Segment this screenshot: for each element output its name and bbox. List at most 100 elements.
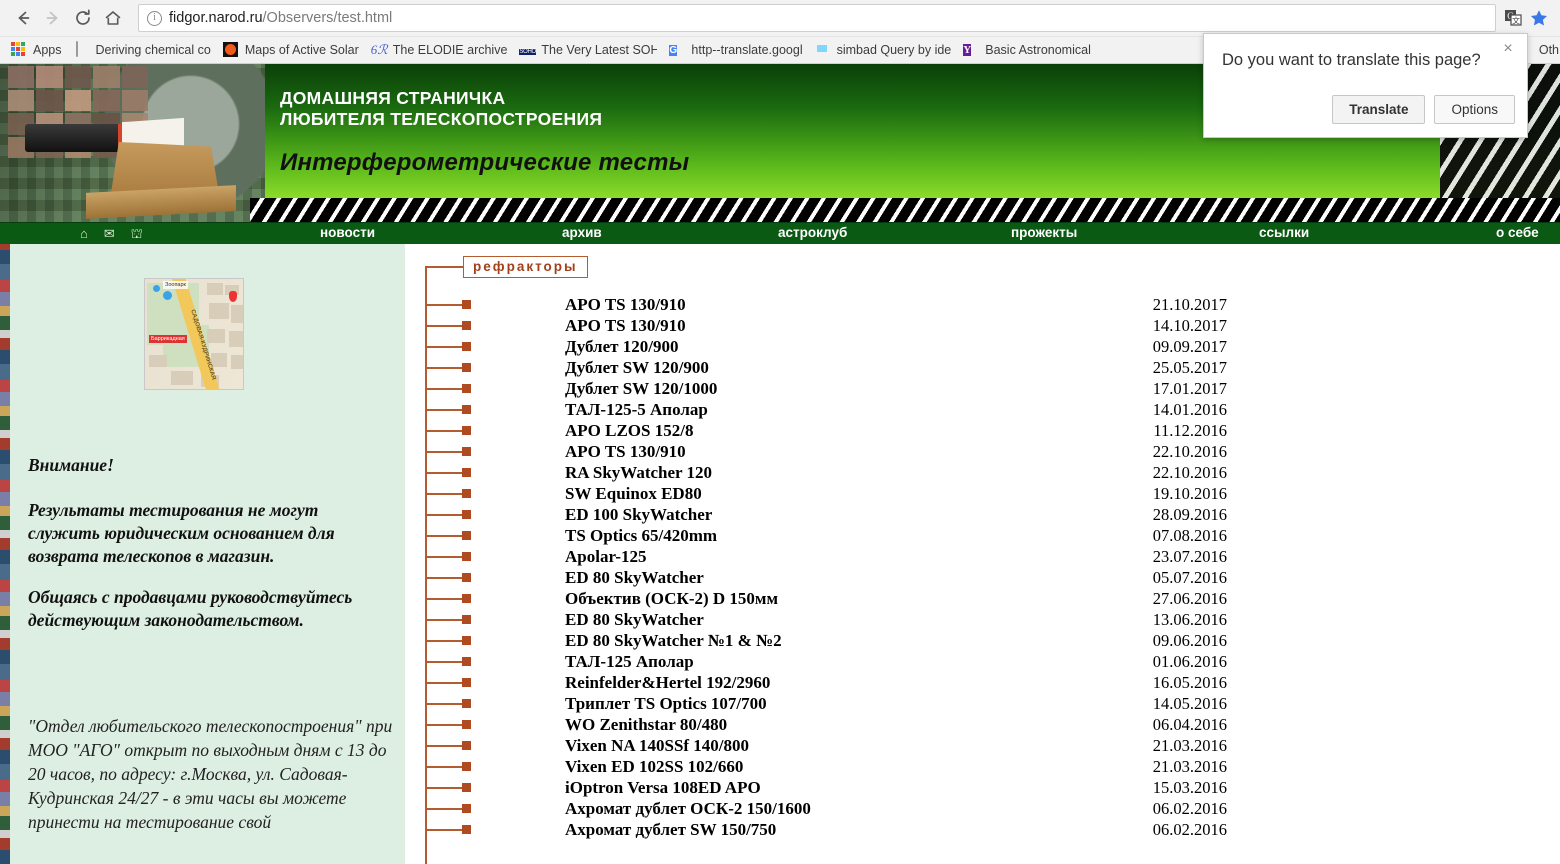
telescope-name[interactable]: ТАЛ-125-5 Аполар: [565, 399, 708, 420]
tree-branch-line: [426, 556, 462, 558]
table-row[interactable]: APO TS 130/910 14.10.2017: [417, 315, 1537, 336]
nav-link-arhiv[interactable]: архив: [562, 225, 602, 240]
table-row[interactable]: WO Zenithstar 80/480 06.04.2016: [417, 714, 1537, 735]
browser-toolbar: i fidgor.narod.ru/Observers/test.html G …: [0, 0, 1560, 37]
table-row[interactable]: Дублет SW 120/900 25.05.2017: [417, 357, 1537, 378]
telescope-name[interactable]: APO LZOS 152/8: [565, 420, 693, 441]
browser-window: i fidgor.narod.ru/Observers/test.html G …: [0, 0, 1560, 864]
bookmark-apps[interactable]: Apps: [6, 40, 69, 60]
bookmark-label: Oth: [1538, 43, 1560, 57]
google-translate-icon[interactable]: G 文: [1502, 7, 1524, 29]
table-row[interactable]: Ахромат дублет ОСК-2 150/1600 06.02.2016: [417, 798, 1537, 819]
bookmark-elodie-archive[interactable]: 6ℛ The ELODIE archive: [366, 40, 515, 60]
nav-link-astroklub[interactable]: астроклуб: [778, 225, 847, 240]
telescope-name[interactable]: APO TS 130/910: [565, 441, 686, 462]
table-row[interactable]: Reinfelder&Hertel 192/2960 16.05.2016: [417, 672, 1537, 693]
table-row[interactable]: ED 80 SkyWatcher №1 & №2 09.06.2016: [417, 630, 1537, 651]
table-row[interactable]: Дублет 120/900 09.09.2017: [417, 336, 1537, 357]
table-row[interactable]: ED 80 SkyWatcher 05.07.2016: [417, 567, 1537, 588]
table-row[interactable]: Vixen ED 102SS 102/660 21.03.2016: [417, 756, 1537, 777]
tree-bullet-icon: [462, 384, 471, 393]
nav-link-o-sebe[interactable]: о себе: [1496, 225, 1539, 240]
telescope-name[interactable]: ED 80 SkyWatcher: [565, 609, 704, 630]
reload-icon[interactable]: [68, 3, 98, 33]
bookmark-translate-google[interactable]: G http--translate.googl: [664, 40, 809, 60]
test-date: 21.10.2017: [1152, 295, 1227, 314]
table-row[interactable]: ED 100 SkyWatcher 28.09.2016: [417, 504, 1537, 525]
telescope-name[interactable]: TS Optics 65/420mm: [565, 525, 717, 546]
table-row[interactable]: ТАЛ-125 Аполар 01.06.2016: [417, 651, 1537, 672]
table-row[interactable]: Ахромат дублет SW 150/750 06.02.2016: [417, 819, 1537, 840]
close-icon[interactable]: ×: [1499, 40, 1517, 58]
telescope-name[interactable]: SW Equinox ED80: [565, 483, 702, 504]
bookmark-star-icon[interactable]: [1526, 5, 1552, 31]
bookmark-latest-soho[interactable]: SOHO The Very Latest SOHO: [514, 40, 664, 60]
nav-link-ssylki[interactable]: ссылки: [1259, 225, 1309, 240]
tree-bullet-icon: [462, 825, 471, 834]
tree-branch-line: [426, 346, 462, 348]
telescope-name[interactable]: ED 100 SkyWatcher: [565, 504, 712, 525]
translate-prompt-actions: Translate Options: [1332, 95, 1515, 124]
telescope-name[interactable]: Vixen NA 140SSf 140/800: [565, 735, 749, 756]
table-row[interactable]: APO LZOS 152/8 11.12.2016: [417, 420, 1537, 441]
telescope-name[interactable]: Ахромат дублет ОСК-2 150/1600: [565, 798, 811, 819]
table-row[interactable]: RA SkyWatcher 120 22.10.2016: [417, 462, 1537, 483]
tree-bullet-icon: [462, 720, 471, 729]
location-map-thumbnail[interactable]: САДОВАЯ-КУДРИНСКАЯ Зоопарк Баррикадная: [144, 278, 244, 390]
table-row[interactable]: Apolar-125 23.07.2016: [417, 546, 1537, 567]
banner-subtitle: Интерферометрические тесты: [280, 149, 690, 176]
table-row[interactable]: Объектив (ОСК-2) D 150мм 27.06.2016: [417, 588, 1537, 609]
table-row[interactable]: TS Optics 65/420mm 07.08.2016: [417, 525, 1537, 546]
table-row[interactable]: APO TS 130/910 22.10.2016: [417, 441, 1537, 462]
telescope-name[interactable]: WO Zenithstar 80/480: [565, 714, 727, 735]
translate-button[interactable]: Translate: [1332, 95, 1426, 124]
tree-bullet-icon: [462, 552, 471, 561]
telescope-name[interactable]: ED 80 SkyWatcher: [565, 567, 704, 588]
table-row[interactable]: Vixen NA 140SSf 140/800 21.03.2016: [417, 735, 1537, 756]
telescope-name[interactable]: ED 80 SkyWatcher №1 & №2: [565, 630, 782, 651]
table-row[interactable]: SW Equinox ED80 19.10.2016: [417, 483, 1537, 504]
home-icon[interactable]: [98, 3, 128, 33]
nav-link-prozhekty[interactable]: прожекты: [1011, 225, 1077, 240]
banner-stripes: [250, 198, 1560, 222]
test-date: 06.02.2016: [1152, 820, 1227, 839]
translate-prompt-title: Do you want to translate this page?: [1222, 51, 1481, 69]
table-row[interactable]: ТАЛ-125-5 Аполар 14.01.2016: [417, 399, 1537, 420]
telescope-name[interactable]: Reinfelder&Hertel 192/2960: [565, 672, 770, 693]
bookmark-basic-astronomical[interactable]: Y Basic Astronomical: [958, 40, 1098, 60]
bookmark-maps-of-active-solar[interactable]: Maps of Active Solar: [218, 40, 366, 60]
telescope-name[interactable]: RA SkyWatcher 120: [565, 462, 712, 483]
telescope-name[interactable]: Vixen ED 102SS 102/660: [565, 756, 743, 777]
telescope-name[interactable]: Ахромат дублет SW 150/750: [565, 819, 776, 840]
page-body: САДОВАЯ-КУДРИНСКАЯ Зоопарк Баррикадная В…: [0, 244, 1560, 864]
bookmark-simbad-query[interactable]: simbad Query by ide: [810, 40, 959, 60]
back-arrow-icon[interactable]: [8, 3, 38, 33]
telescope-name[interactable]: APO TS 130/910: [565, 315, 686, 336]
telescope-name[interactable]: iOptron Versa 108ED APO: [565, 777, 761, 798]
telescope-name[interactable]: Объектив (ОСК-2) D 150мм: [565, 588, 778, 609]
test-date: 21.03.2016: [1152, 736, 1227, 755]
tree-branch-line: [426, 367, 462, 369]
table-row[interactable]: iOptron Versa 108ED APO 15.03.2016: [417, 777, 1537, 798]
telescope-name[interactable]: Apolar-125: [565, 546, 647, 567]
table-row[interactable]: ED 80 SkyWatcher 13.06.2016: [417, 609, 1537, 630]
telescope-name[interactable]: Дублет SW 120/900: [565, 357, 709, 378]
tree-bullet-icon: [462, 510, 471, 519]
telescope-name[interactable]: APO TS 130/910: [565, 294, 686, 315]
telescope-name[interactable]: Дублет 120/900: [565, 336, 678, 357]
table-row[interactable]: APO TS 130/910 21.10.2017: [417, 294, 1537, 315]
tree-branch-line: [426, 430, 462, 432]
table-row[interactable]: Триплет TS Optics 107/700 14.05.2016: [417, 693, 1537, 714]
bookmark-label: Deriving chemical co: [95, 43, 211, 57]
nav-link-novosti[interactable]: новости: [320, 225, 375, 240]
options-button[interactable]: Options: [1434, 95, 1515, 124]
forward-arrow-icon[interactable]: [38, 3, 68, 33]
info-circle-icon[interactable]: i: [147, 10, 162, 26]
address-bar[interactable]: i fidgor.narod.ru/Observers/test.html: [138, 4, 1496, 32]
telescope-name[interactable]: Дублет SW 120/1000: [565, 378, 717, 399]
table-row[interactable]: Дублет SW 120/1000 17.01.2017: [417, 378, 1537, 399]
telescope-name[interactable]: ТАЛ-125 Аполар: [565, 651, 694, 672]
test-date: 19.10.2016: [1152, 484, 1227, 503]
telescope-name[interactable]: Триплет TS Optics 107/700: [565, 693, 767, 714]
bookmark-deriving-chemical[interactable]: Deriving chemical co: [69, 40, 218, 60]
